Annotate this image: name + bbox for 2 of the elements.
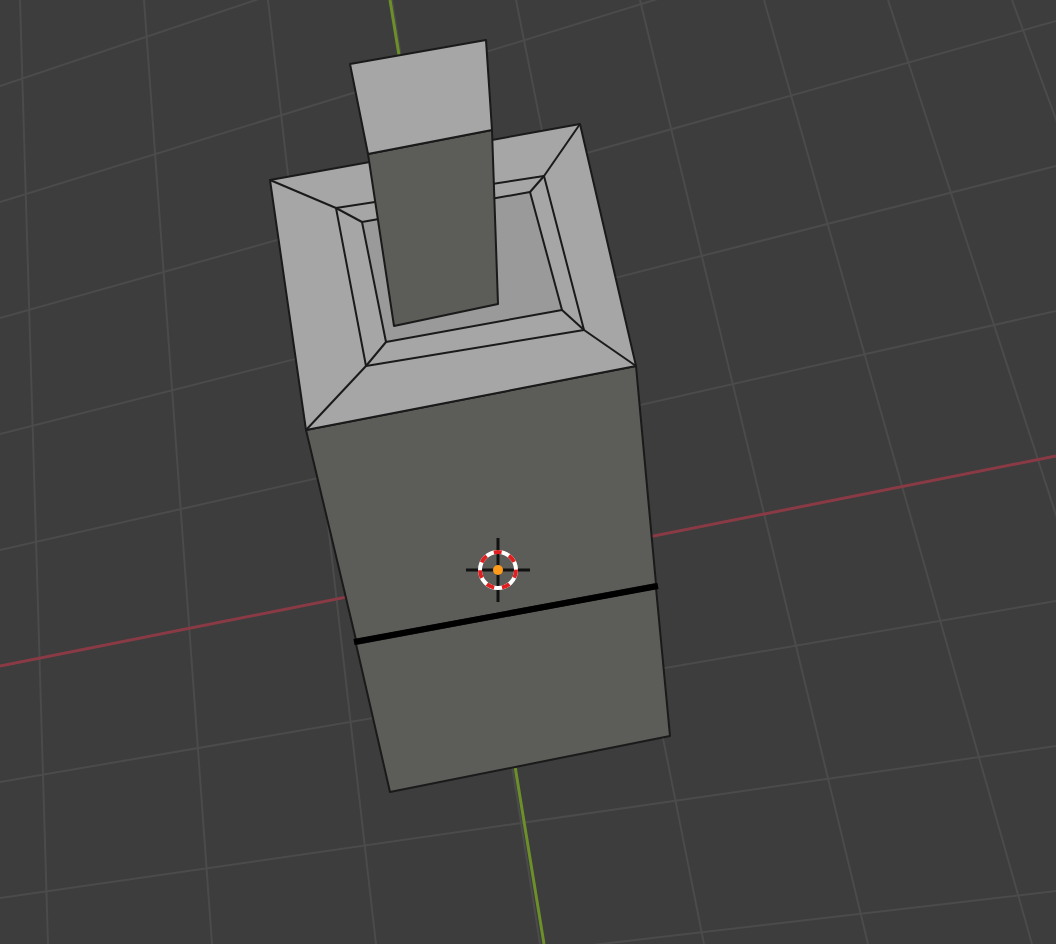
origin-dot — [493, 565, 503, 575]
3d-cursor-icon — [466, 538, 530, 602]
